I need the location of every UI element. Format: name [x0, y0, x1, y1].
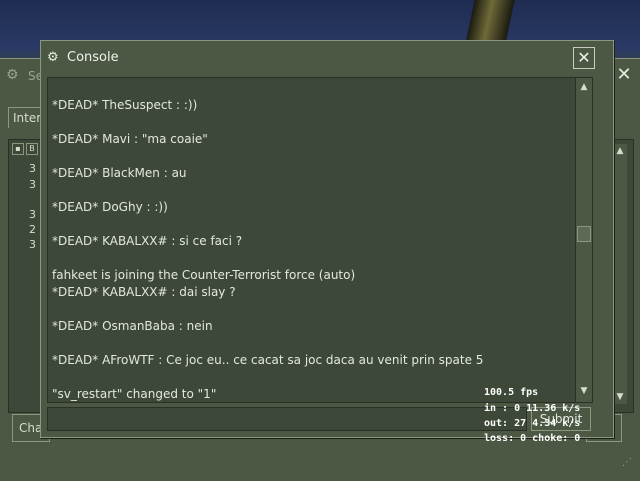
console-line: *DEAD* TheSuspect : :))	[52, 98, 198, 112]
console-title: Console	[67, 50, 119, 65]
net-out-readout: out: 27 4.34 k/s	[484, 418, 581, 429]
scroll-up-icon[interactable]: ▲	[577, 80, 591, 94]
scroll-down-icon[interactable]: ▼	[613, 390, 627, 404]
server-row-players[interactable]: 2	[29, 223, 36, 236]
console-line: *DEAD* KABALXX# : si ce faci ?	[52, 234, 243, 248]
steam-icon: ⚙	[47, 50, 59, 65]
server-row-players[interactable]: 3	[29, 208, 36, 221]
server-list-scrollbar[interactable]: ▲ ▼	[613, 144, 627, 404]
console-line: *DEAD* OsmanBaba : nein	[52, 319, 213, 333]
console-output[interactable]: *DEAD* TheSuspect : :)) *DEAD* Mavi : "m…	[47, 77, 577, 403]
console-command-input[interactable]	[47, 407, 527, 431]
console-line: *DEAD* AFroWTF : Ce joc eu.. ce cacat sa…	[52, 353, 484, 367]
console-line: *DEAD* BlackMen : au	[52, 166, 187, 180]
console-line: "sv_restart" changed to "1"	[52, 387, 217, 401]
net-loss-readout: loss: 0 choke: 0	[484, 433, 581, 444]
resize-grip-icon[interactable]: ⋰	[622, 457, 632, 468]
console-scrollbar[interactable]: ▲ ▼	[575, 77, 593, 403]
console-line: *DEAD* KABALXX# : dai slay ?	[52, 285, 236, 299]
server-row-players[interactable]: 3	[29, 178, 36, 191]
scroll-down-icon[interactable]: ▼	[577, 384, 591, 398]
scroll-up-icon[interactable]: ▲	[613, 144, 627, 158]
scrollbar-thumb[interactable]	[577, 226, 591, 242]
server-row-players[interactable]: 3	[29, 238, 36, 251]
console-line: *DEAD* DoGhy : :))	[52, 200, 168, 214]
server-row-players[interactable]: 3	[29, 162, 36, 175]
net-in-readout: in : 0 11.36 k/s	[484, 403, 581, 414]
lock-icon[interactable]: ▪	[12, 143, 24, 155]
console-line: *DEAD* Mavi : "ma coaie"	[52, 132, 208, 146]
vac-icon[interactable]: B	[26, 143, 38, 155]
console-line: fahkeet is joining the Counter-Terrorist…	[52, 268, 356, 282]
fps-readout: 100.5 fps	[484, 387, 539, 398]
console-close-button[interactable]: ✕	[573, 47, 595, 69]
console-window: ⚙ Console ✕ *DEAD* TheSuspect : :)) *DEA…	[40, 40, 614, 438]
steam-icon: ⚙	[6, 67, 19, 83]
server-browser-close-button[interactable]: ✕	[614, 65, 634, 85]
